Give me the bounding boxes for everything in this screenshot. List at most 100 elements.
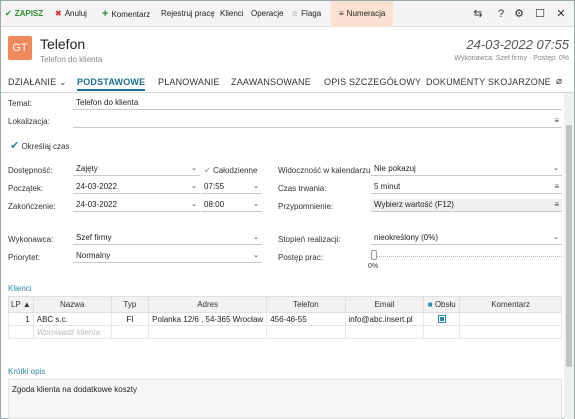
- checkbox-checked-icon: ✔: [10, 140, 20, 152]
- przypomnienie-input[interactable]: Wybierz wartość (F12) ≡: [371, 199, 562, 212]
- cell-typ: FI: [110, 312, 150, 326]
- new-client-placeholder[interactable]: Wprowadź klienta: [32, 325, 112, 339]
- tab-opis-szczegolowy[interactable]: OPIS SZCZEGÓŁOWY: [324, 77, 421, 87]
- wykonawca-select[interactable]: Szef firmy ⌄: [73, 232, 262, 245]
- col-adres[interactable]: Adres: [148, 296, 268, 313]
- comment-button[interactable]: + Komentarz: [102, 1, 150, 27]
- czas-trwania-input[interactable]: 5 minut ≡: [371, 181, 562, 194]
- menu-icon: ≡: [339, 9, 344, 18]
- close-icon: ✖: [55, 9, 62, 18]
- tab-dokumenty[interactable]: DOKUMENTY SKOJARZONE: [426, 77, 551, 87]
- chevron-down-icon: ⌄: [253, 252, 259, 259]
- widocznosc-label: Widoczność w kalendarzu:: [278, 166, 373, 175]
- priorytet-select[interactable]: Normalny ⌄: [73, 250, 262, 263]
- table-row[interactable]: 1 ABC s.c. FI Polanka 12/6 , 54-365 Wroc…: [8, 312, 562, 326]
- lokalizacja-input[interactable]: ≡: [73, 115, 562, 128]
- col-telefon[interactable]: Telefon: [266, 296, 346, 313]
- cell-obslu[interactable]: [423, 312, 461, 326]
- chevron-down-icon: ⌄: [191, 165, 197, 172]
- gear-icon[interactable]: ⚙: [510, 5, 528, 23]
- checkbox-checked-icon: ■: [427, 300, 433, 309]
- tab-bar: DZIAŁANIE ⌄ PODSTAWOWE PLANOWANIE ZAAWAN…: [1, 75, 574, 93]
- calodzienne-checkbox[interactable]: ✔ Całodzienne: [204, 166, 257, 175]
- chevron-down-icon: ⌄: [553, 165, 559, 172]
- maximize-icon[interactable]: ☐: [531, 5, 549, 23]
- postep-value: 0%: [368, 263, 379, 270]
- col-typ[interactable]: Typ: [110, 296, 150, 313]
- col-obslu[interactable]: ■ Obsłu: [423, 296, 461, 313]
- chevron-down-icon: ⌄: [191, 201, 197, 208]
- temat-input[interactable]: Telefon do klienta: [73, 97, 562, 110]
- operations-button[interactable]: Operacje: [251, 1, 283, 27]
- postep-slider-track[interactable]: [374, 256, 562, 257]
- clients-button[interactable]: Klienci: [220, 1, 244, 27]
- stopien-label: Stopień realizacji:: [278, 235, 341, 244]
- stopien-select[interactable]: nieokreślony (0%) ⌄: [371, 232, 562, 245]
- priorytet-label: Priorytet:: [8, 253, 41, 262]
- scrollbar-thumb[interactable]: [566, 125, 572, 367]
- klienci-table: LP ▲ Nazwa Typ Adres Telefon Email ■ Obs…: [8, 296, 562, 339]
- header-meta: Wykonawca: Szef firmy · Postęp: 0%: [454, 55, 569, 62]
- col-nazwa[interactable]: Nazwa: [32, 296, 112, 313]
- cell-adres: Polanka 12/6 , 54-365 Wrocław: [148, 312, 268, 326]
- checkbox-icon: [437, 315, 446, 324]
- check-icon: ✔: [5, 9, 12, 18]
- chevron-down-icon: ⌄: [253, 234, 259, 241]
- zakonczenie-date[interactable]: 24-03-2022 ⌄: [73, 199, 200, 212]
- zakonczenie-time[interactable]: 08:00 ⌄: [201, 199, 262, 212]
- checkbox-icon: ✔: [204, 166, 211, 175]
- save-button[interactable]: ✔ ZAPISZ: [5, 1, 43, 27]
- toolbar: ✔ ZAPISZ ✖ Anuluj + Komentarz Rejestruj pra…: [1, 1, 574, 27]
- tab-planowanie[interactable]: PLANOWANIE: [158, 77, 220, 87]
- menu-icon[interactable]: ≡: [554, 181, 559, 193]
- poczatek-date[interactable]: 24-03-2022 ⌄: [73, 181, 200, 194]
- menu-icon[interactable]: ≡: [554, 199, 559, 211]
- numbering-button[interactable]: ≡ Numeracja: [331, 1, 394, 27]
- table-row-new[interactable]: Wprowadź klienta: [8, 325, 562, 339]
- tab-podstawowe[interactable]: PODSTAWOWE: [77, 77, 146, 91]
- poczatek-label: Początek:: [8, 184, 44, 193]
- flag-button[interactable]: ☆ Flaga: [291, 1, 321, 27]
- opis-textarea[interactable]: Zgoda klienta na dodatkowe koszty: [8, 379, 562, 419]
- widocznosc-select[interactable]: Nie pokazuj ⌄: [371, 163, 562, 176]
- temat-label: Temat:: [8, 99, 33, 108]
- klienci-section-title: Klienci: [8, 284, 32, 293]
- dostepnosc-label: Dostępność:: [8, 166, 53, 175]
- chevron-down-icon: ⌄: [59, 77, 67, 87]
- col-komentarz[interactable]: Komentarz: [459, 296, 562, 313]
- czas-trwania-label: Czas trwania:: [278, 184, 327, 193]
- postep-slider-handle[interactable]: [371, 250, 377, 260]
- close-window-icon[interactable]: ✕: [552, 5, 570, 23]
- col-lp[interactable]: LP ▲: [8, 296, 34, 313]
- chevron-down-icon: ⌄: [253, 183, 259, 190]
- attachment-icon[interactable]: ⌀: [556, 76, 562, 87]
- avatar: GT: [8, 36, 32, 60]
- poczatek-time[interactable]: 07:55 ⌄: [201, 181, 262, 194]
- dostepnosc-select[interactable]: Zajęty ⌄: [73, 163, 200, 176]
- page-title: Telefon: [40, 36, 86, 52]
- header-date: 24-03-2022 07:55: [466, 37, 569, 52]
- chevron-down-icon: ⌄: [253, 201, 259, 208]
- page-subtitle: Telefon do klienta: [40, 55, 103, 64]
- register-work-button[interactable]: Rejestruj pracę: [161, 1, 215, 27]
- cell-lp: 1: [8, 312, 34, 326]
- tasks-icon[interactable]: ⇆: [469, 5, 487, 23]
- star-icon: ☆: [291, 9, 299, 18]
- cancel-button[interactable]: ✖ Anuluj: [55, 1, 87, 27]
- cell-email: info@abc.insert.pl: [344, 312, 425, 326]
- chevron-down-icon: ⌄: [553, 234, 559, 241]
- table-header: LP ▲ Nazwa Typ Adres Telefon Email ■ Obs…: [8, 296, 562, 313]
- cell-telefon: 456-46-55: [266, 312, 346, 326]
- zakonczenie-label: Zakończenie:: [8, 202, 56, 211]
- postep-label: Postęp prac:: [278, 253, 323, 262]
- opis-section-title: Krótki opis: [8, 367, 46, 376]
- cell-komentarz: [459, 312, 562, 326]
- menu-icon[interactable]: ≡: [554, 115, 559, 127]
- tab-dzialanie[interactable]: DZIAŁANIE ⌄: [8, 77, 67, 88]
- okresl-czas-checkbox[interactable]: ✔ Określaj czas: [10, 139, 69, 152]
- col-email[interactable]: Email: [344, 296, 425, 313]
- plus-icon: +: [102, 8, 109, 20]
- tab-zaawansowane[interactable]: ZAAWANSOWANE: [231, 77, 311, 87]
- help-icon[interactable]: ?: [492, 5, 510, 23]
- przypomnienie-label: Przypomnienie:: [278, 202, 334, 211]
